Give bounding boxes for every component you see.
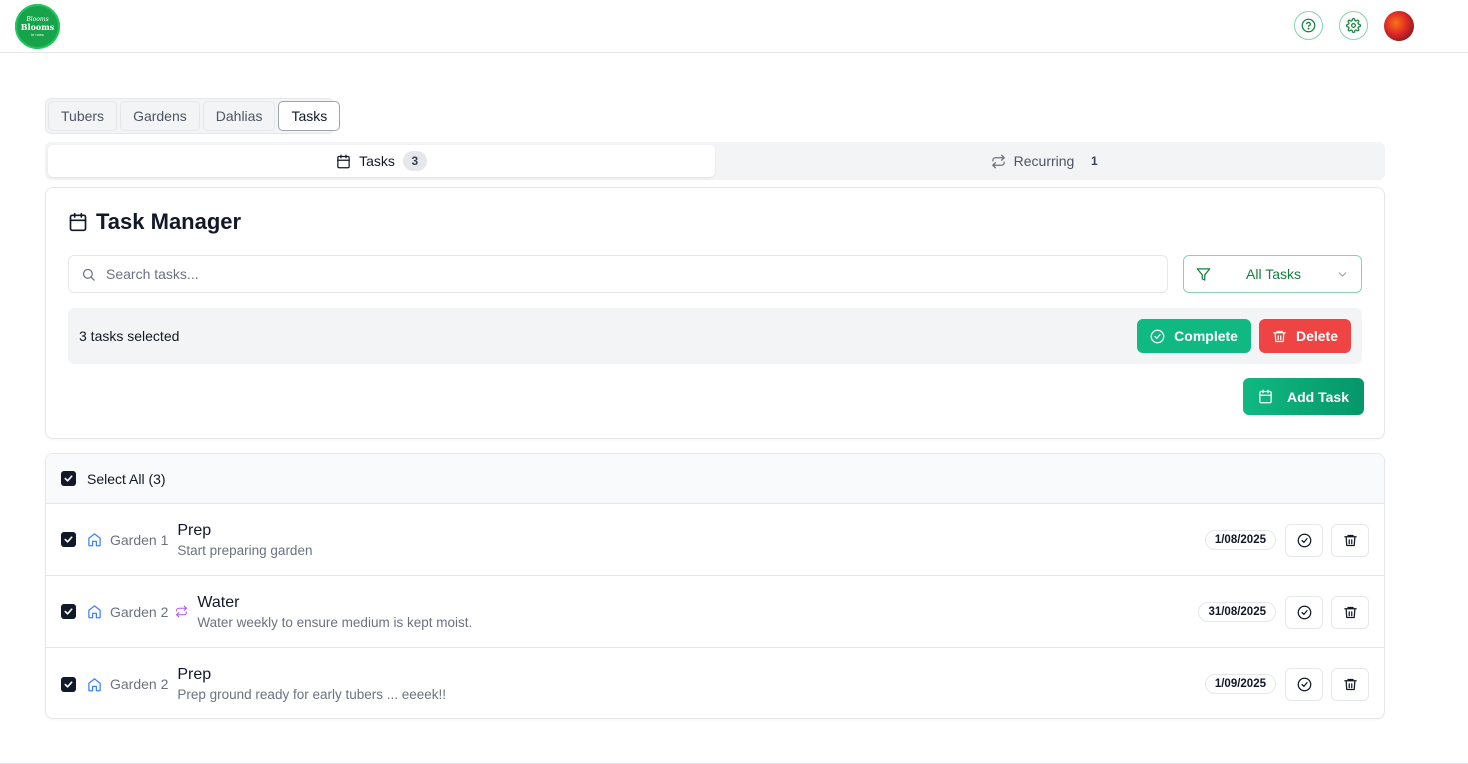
add-task-label: Add Task	[1287, 388, 1349, 405]
delete-task-button[interactable]	[1331, 668, 1369, 701]
check-circle-icon	[1297, 533, 1311, 548]
task-row: Garden 2 Water Water weekly to ensure me…	[46, 576, 1384, 648]
filter-select[interactable]: All Tasks	[1183, 255, 1362, 293]
garden-tag: Garden 1	[87, 532, 168, 548]
checkmark-icon	[64, 536, 73, 543]
help-circle-icon	[1301, 18, 1316, 33]
bulk-action-bar: 3 tasks selected Complete Delete	[68, 308, 1362, 364]
top-bar: Blooms Blooms in rows	[0, 0, 1468, 53]
check-circle-icon	[1297, 605, 1311, 620]
subtab-recurring-count: 1	[1091, 154, 1098, 168]
due-date-badge: 31/08/2025	[1198, 602, 1276, 622]
delete-task-button[interactable]	[1331, 524, 1369, 557]
filter-selected-value: All Tasks	[1246, 266, 1301, 282]
task-row: Garden 1 Prep Start preparing garden 1/0…	[46, 504, 1384, 576]
selection-count-text: 3 tasks selected	[79, 328, 180, 344]
search-icon	[82, 268, 95, 281]
task-title: Water	[197, 593, 240, 611]
garden-name: Garden 2	[110, 676, 169, 692]
complete-task-button[interactable]	[1285, 524, 1323, 557]
complete-task-button[interactable]	[1285, 668, 1323, 701]
add-task-button[interactable]: Add Task	[1243, 378, 1364, 415]
main-tabs: Tubers Gardens Dahlias Tasks	[45, 98, 341, 134]
page-title-text: Task Manager	[96, 209, 242, 234]
task-description: Start preparing garden	[177, 542, 313, 558]
complete-selected-button[interactable]: Complete	[1137, 319, 1251, 353]
tab-tasks[interactable]: Tasks	[278, 101, 341, 131]
check-circle-icon	[1297, 677, 1311, 692]
delete-selected-button[interactable]: Delete	[1258, 319, 1351, 353]
task-description: Water weekly to ensure medium is kept mo…	[197, 614, 473, 630]
home-icon	[88, 677, 101, 691]
checkmark-icon	[64, 475, 73, 482]
trash-icon	[1273, 330, 1286, 342]
home-icon	[88, 533, 101, 547]
subtab-tasks-label: Tasks	[359, 153, 395, 169]
logo-line-2: Blooms	[20, 22, 55, 32]
sub-tabs: Tasks 3 Recurring 1	[45, 142, 1385, 180]
complete-task-button[interactable]	[1285, 596, 1323, 629]
calendar-icon	[1259, 389, 1272, 404]
repeat-icon	[176, 605, 188, 618]
subtab-recurring-label: Recurring	[1013, 153, 1075, 169]
page-title: Task Manager	[68, 209, 241, 235]
recurring-indicator	[175, 605, 188, 618]
select-all-row: Select All (3)	[46, 454, 1384, 504]
delete-button-label: Delete	[1295, 328, 1338, 344]
check-circle-icon	[1150, 329, 1165, 343]
garden-name: Garden 1	[110, 531, 169, 548]
gear-icon	[1346, 18, 1361, 33]
tab-dahlias[interactable]: Dahlias	[202, 101, 276, 131]
help-button[interactable]	[1294, 11, 1323, 40]
chevron-down-icon	[1338, 271, 1347, 277]
task-info: Prep Prep ground ready for early tubers …	[177, 666, 446, 702]
home-icon	[88, 605, 101, 619]
complete-button-label: Complete	[1174, 328, 1238, 344]
trash-icon	[1343, 606, 1357, 619]
due-date-badge: 1/09/2025	[1204, 674, 1276, 694]
search-input[interactable]	[106, 266, 1106, 282]
subtab-tasks[interactable]: Tasks 3	[48, 145, 715, 177]
user-avatar[interactable]	[1384, 11, 1414, 41]
select-all-label: Select All (3)	[87, 470, 166, 487]
task-info: Prep Start preparing garden	[177, 522, 312, 558]
tab-gardens[interactable]: Gardens	[120, 101, 200, 131]
garden-tag: Garden 2	[87, 604, 168, 620]
task-list: Select All (3) Garden 1 Prep Start prepa…	[45, 453, 1385, 719]
select-all-checkbox[interactable]	[61, 471, 76, 486]
checkmark-icon	[64, 680, 73, 688]
settings-button[interactable]	[1339, 11, 1368, 40]
task-manager-card: Task Manager All Tasks 3 tasks selected …	[45, 187, 1385, 439]
task-row: Garden 2 Prep Prep ground ready for earl…	[46, 648, 1384, 718]
task-info: Water Water weekly to ensure medium is k…	[197, 594, 472, 630]
task-title: Prep	[177, 521, 212, 539]
tab-tubers[interactable]: Tubers	[48, 101, 118, 131]
app-logo[interactable]: Blooms Blooms in rows	[15, 4, 60, 49]
trash-icon	[1343, 534, 1357, 547]
garden-name: Garden 2	[110, 603, 169, 620]
task-checkbox[interactable]	[61, 676, 76, 692]
task-title: Prep	[177, 666, 212, 683]
subtab-recurring[interactable]: Recurring 1	[715, 145, 1382, 177]
repeat-icon	[991, 154, 1005, 168]
task-checkbox[interactable]	[61, 604, 76, 619]
due-date-badge: 1/08/2025	[1204, 530, 1276, 550]
subtab-tasks-count: 3	[402, 151, 427, 171]
calendar-icon	[69, 212, 87, 232]
garden-tag: Garden 2	[87, 676, 168, 692]
filter-icon	[1196, 267, 1211, 281]
task-description: Prep ground ready for early tubers ... e…	[177, 687, 447, 702]
delete-task-button[interactable]	[1331, 596, 1369, 629]
trash-icon	[1343, 678, 1357, 691]
search-box	[68, 255, 1168, 293]
calendar-icon	[337, 154, 350, 168]
task-checkbox[interactable]	[61, 532, 76, 547]
checkmark-icon	[64, 608, 73, 615]
logo-line-3: in rows	[31, 32, 44, 37]
